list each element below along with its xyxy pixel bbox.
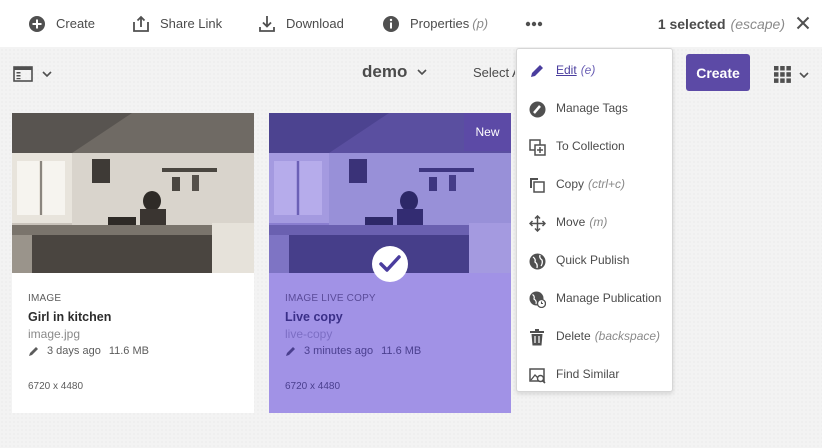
asset-modified: 3 minutes ago [304, 345, 374, 357]
menu-item-copy[interactable]: Copy (ctrl+c) [517, 165, 672, 203]
menu-item-label: Copy [556, 177, 585, 191]
create-button[interactable]: Create [686, 54, 750, 91]
asset-title: Live copy [285, 310, 343, 324]
move-icon [528, 214, 546, 232]
share-link-label: Share Link [160, 16, 223, 31]
asset-dimensions: 6720 x 4480 [285, 381, 341, 392]
menu-item-label: Find Similar [556, 367, 620, 381]
escape-hint: (escape) [730, 15, 785, 32]
asset-filename: live-copy [285, 327, 333, 341]
view-switcher[interactable] [774, 66, 809, 83]
asset-filename: image.jpg [28, 327, 81, 341]
pencil-icon [286, 346, 295, 356]
menu-item-label: Move [556, 215, 586, 229]
new-badge: New [464, 113, 511, 151]
asset-type: IMAGE [28, 293, 62, 304]
menu-item-quick-publish[interactable]: Quick Publish [517, 241, 672, 279]
menu-item-manage-tags[interactable]: Manage Tags [517, 89, 672, 127]
menu-item-move[interactable]: Move (m) [517, 203, 672, 241]
asset-card-selected[interactable]: New IMAGE LIVE COPY Live copy live-copy … [269, 113, 511, 413]
pencil-icon [528, 62, 546, 80]
chevron-down-icon [417, 69, 427, 75]
menu-item-manage-publication[interactable]: Manage Publication [517, 279, 672, 317]
menu-item-label: Manage Tags [556, 101, 628, 115]
selected-label: 1 selected [657, 15, 726, 32]
collection-icon [528, 138, 546, 156]
create-action-label: Create [56, 16, 96, 31]
menu-item-delete[interactable]: Delete (backspace) [517, 317, 672, 355]
asset-dimensions: 6720 x 4480 [28, 381, 84, 392]
selection-count: 1 selected (escape) [658, 0, 785, 47]
tag-icon [528, 100, 546, 118]
menu-item-label: Edit [556, 63, 577, 77]
globe-icon [528, 252, 546, 270]
globe-clock-icon [528, 290, 546, 308]
select-all-label: Select All [473, 65, 515, 80]
action-bar: Create Share Link Download Properties (p) [0, 0, 822, 47]
pencil-icon [29, 346, 38, 356]
menu-item-label: Manage Publication [556, 291, 662, 305]
menu-item-label: Quick Publish [556, 253, 630, 267]
menu-item-hint: (m) [589, 215, 608, 229]
plus-circle-icon [29, 15, 45, 32]
menu-item-to-collection[interactable]: To Collection [517, 127, 672, 165]
properties-hint: (p) [472, 16, 489, 31]
asset-meta: 3 minutes ago 11.6 MB [285, 345, 421, 357]
folder-title-text: demo [362, 62, 408, 81]
download-label: Download [286, 16, 344, 31]
copy-icon [528, 176, 546, 194]
asset-thumbnail [12, 113, 254, 273]
asset-meta: 3 days ago 11.6 MB [28, 345, 149, 357]
content-toolbar: demo Select All Create [0, 47, 822, 101]
create-action[interactable]: Create [28, 0, 95, 47]
menu-item-label: To Collection [556, 139, 625, 153]
share-icon [133, 15, 149, 32]
asset-size: 11.6 MB [108, 345, 149, 357]
asset-type: IMAGE LIVE COPY [285, 293, 376, 304]
properties-action[interactable]: Properties (p) [382, 0, 488, 47]
download-action[interactable]: Download [258, 0, 344, 47]
find-similar-icon [528, 366, 546, 384]
rail-toggle-button[interactable] [13, 66, 52, 82]
chevron-down-icon [42, 71, 52, 77]
menu-item-hint: (ctrl+c) [588, 177, 626, 191]
more-actions-menu: Edit (e) Manage Tags To Collection Copy (c… [516, 48, 673, 392]
ellipsis-icon [525, 21, 543, 26]
download-icon [259, 15, 275, 32]
trash-icon [528, 328, 546, 346]
card-view-icon [774, 66, 791, 83]
checkmark-icon [379, 255, 401, 272]
share-link-action[interactable]: Share Link [132, 0, 222, 47]
selected-check[interactable] [372, 246, 408, 282]
more-actions-button[interactable] [525, 0, 543, 47]
menu-item-hint: (backspace) [594, 329, 661, 343]
asset-title: Girl in kitchen [28, 310, 112, 324]
info-icon [383, 15, 399, 32]
asset-modified: 3 days ago [47, 345, 101, 357]
menu-item-edit[interactable]: Edit (e) [517, 51, 672, 89]
folder-title[interactable]: demo [362, 62, 427, 82]
menu-item-label: Delete [556, 329, 591, 343]
asset-size: 11.6 MB [381, 345, 422, 357]
close-icon[interactable] [796, 16, 810, 30]
properties-label: Properties [410, 16, 470, 31]
menu-item-find-similar[interactable]: Find Similar [517, 355, 672, 393]
rail-icon [13, 66, 33, 82]
select-all-button[interactable]: Select All [463, 64, 515, 81]
menu-item-hint: (e) [580, 63, 596, 77]
chevron-down-icon [799, 71, 809, 78]
asset-card[interactable]: IMAGE Girl in kitchen image.jpg 3 days a… [12, 113, 254, 413]
